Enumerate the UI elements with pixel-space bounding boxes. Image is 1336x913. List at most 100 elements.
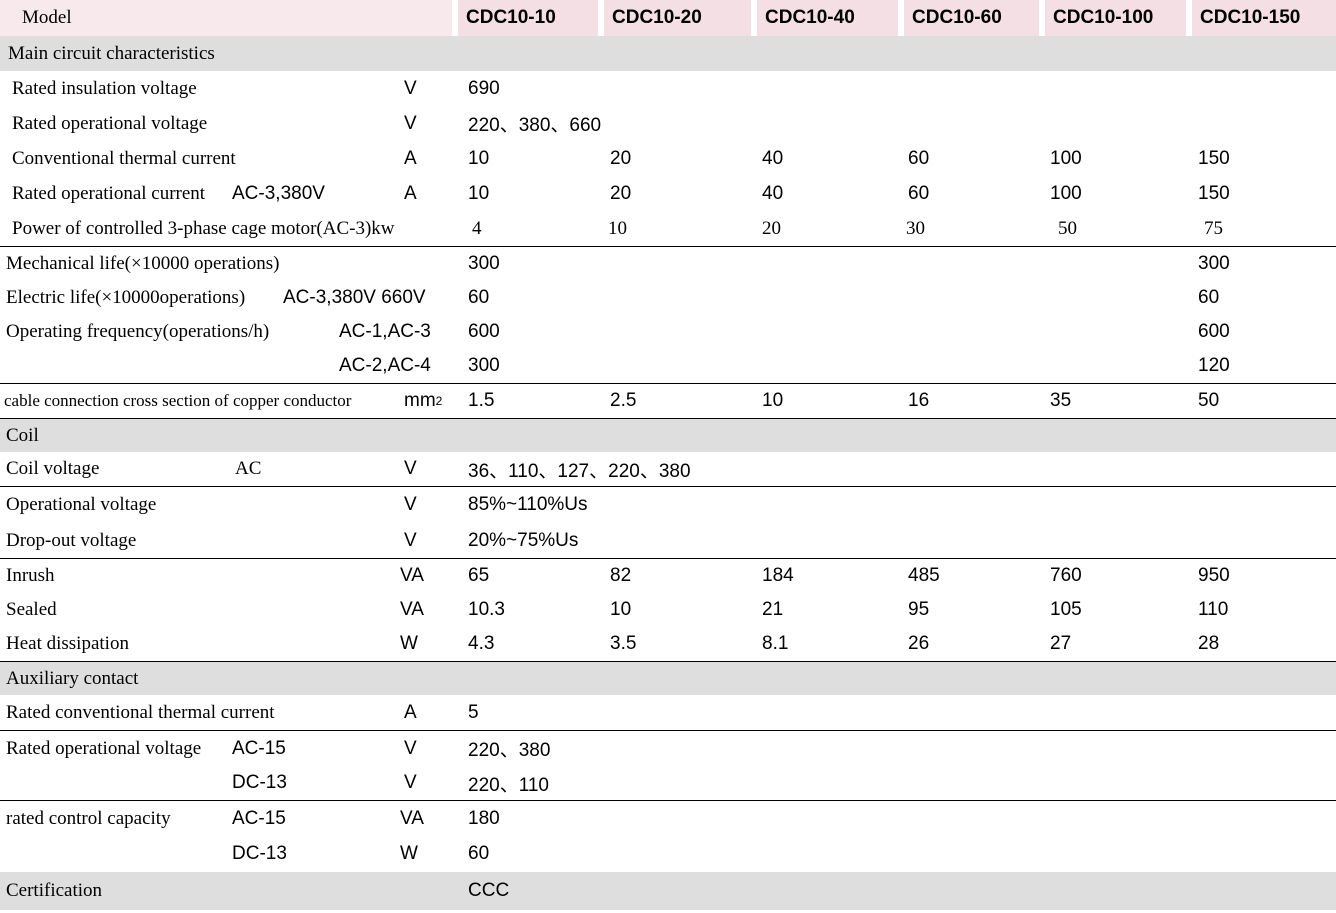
cell-value-2: 82 (610, 565, 632, 586)
cell-value-1: 690 (468, 77, 500, 99)
header-model-4: CDC10-60 (904, 0, 1039, 36)
row-unit: VA (400, 599, 424, 620)
row-sublabel: AC-3,380V (232, 182, 325, 204)
row-sublabel: DC-13 (232, 843, 287, 864)
cell-value-6: 600 (1198, 321, 1230, 342)
row-unit: V (404, 772, 417, 793)
cell-value-1: 10 (468, 182, 490, 204)
row-unit: W (400, 633, 418, 654)
cell-value-4: 16 (908, 390, 930, 411)
cell-value-5: 760 (1050, 565, 1082, 586)
cell-value-1: 36、110、127、220、380 (468, 460, 691, 482)
row-power-controlled-motor: Power of controlled 3-phase cage motor(A… (0, 211, 1336, 247)
section-header-main-circuit: Main circuit characteristics (0, 36, 1336, 71)
row-coil-voltage: Coil voltage AC V 36、110、127、220、380 (0, 452, 1336, 487)
row-sublabel: AC-15 (232, 737, 286, 759)
row-unit: W (400, 843, 418, 864)
cell-value-3: 21 (762, 599, 784, 620)
header-model-5: CDC10-100 (1045, 0, 1186, 36)
cell-value-6: 300 (1198, 253, 1230, 274)
cell-value-6: 75 (1204, 217, 1223, 239)
header-model-1: CDC10-10 (458, 0, 598, 36)
header-model-6: CDC10-150 (1192, 0, 1336, 36)
cell-value-2: 10 (608, 217, 627, 239)
specification-table: Model CDC10-10 CDC10-20 CDC10-40 CDC10-6… (0, 0, 1336, 913)
cell-value-1: 5 (468, 701, 479, 723)
row-sublabel: AC-1,AC-3 (339, 321, 431, 342)
row-label: Heat dissipation (6, 633, 129, 654)
row-operating-frequency-ac1-ac3: Operating frequency(operations/h) AC-1,A… (0, 315, 1336, 349)
cell-value-6: 50 (1198, 390, 1220, 411)
row-conventional-thermal-current: Conventional thermal current A 10 20 40 … (0, 141, 1336, 176)
cell-value-1: 10.3 (468, 599, 505, 620)
cell-value-3: 40 (762, 182, 784, 204)
section-title-auxiliary-contact: Auxiliary contact (6, 667, 139, 689)
cell-value-1: 220、380、660 (468, 115, 602, 136)
section-title-main-circuit: Main circuit characteristics (8, 42, 215, 64)
cell-value-1: 60 (468, 843, 490, 864)
cell-value-5: 27 (1050, 633, 1072, 654)
row-rated-control-capacity-ac15: rated control capacity AC-15 VA 180 (0, 801, 1336, 836)
cell-value-4: 60 (908, 182, 930, 204)
row-sublabel: DC-13 (232, 772, 287, 793)
cell-value-3: 184 (762, 565, 794, 586)
row-unit: VA (400, 565, 424, 586)
row-label: cable connection cross section of copper… (4, 391, 352, 410)
row-operating-frequency-ac2-ac4: AC-2,AC-4 300 120 (0, 349, 1336, 384)
cell-value-2: 3.5 (610, 633, 637, 654)
row-unit: V (404, 494, 417, 515)
cell-value-1: 4.3 (468, 633, 495, 654)
cell-value-1: 20%~75%Us (468, 529, 579, 551)
cell-value-1: 300 (468, 253, 500, 274)
section-title-coil: Coil (6, 424, 39, 446)
cell-value-1: 4 (472, 217, 482, 239)
row-unit: A (404, 182, 417, 204)
row-label: Rated insulation voltage (12, 77, 197, 99)
row-unit: A (404, 147, 417, 169)
row-label: Rated conventional thermal current (6, 701, 275, 723)
cell-value-2: 20 (610, 182, 632, 204)
row-heat-dissipation: Heat dissipation W 4.3 3.5 8.1 26 27 28 (0, 627, 1336, 662)
row-aux-rated-op-voltage-dc13: DC-13 V 220、110 (0, 766, 1336, 801)
cell-value-1: 220、380 (468, 740, 551, 761)
section-title-certification: Certification (6, 880, 103, 901)
row-unit: A (404, 701, 417, 723)
row-cable-connection: cable connection cross section of copper… (0, 384, 1336, 419)
row-label: Inrush (6, 565, 55, 586)
row-label: Mechanical life(×10000 operations) (6, 253, 280, 274)
row-label: Rated operational current (12, 182, 206, 204)
cell-value-4: 60 (908, 147, 930, 169)
cell-value-6: 60 (1198, 287, 1220, 308)
cell-value-1: 65 (468, 565, 490, 586)
row-rated-control-capacity-dc13: DC-13 W 60 (0, 836, 1336, 872)
row-aux-rated-op-voltage-ac15: Rated operational voltage AC-15 V 220、38… (0, 731, 1336, 766)
cell-value-6: 110 (1198, 599, 1229, 620)
cell-value-3: 40 (762, 147, 784, 169)
cell-value-5: 100 (1050, 147, 1082, 169)
cell-value-1: 600 (468, 321, 500, 342)
cell-value-3: 8.1 (762, 633, 789, 654)
row-label: Conventional thermal current (12, 147, 236, 169)
row-aux-rated-thermal-current: Rated conventional thermal current A 5 (0, 695, 1336, 731)
row-operational-voltage: Operational voltage V 85%~110%Us (0, 487, 1336, 523)
section-header-coil: Coil (0, 419, 1336, 452)
header-model-label: Model (0, 0, 452, 36)
row-drop-out-voltage: Drop-out voltage V 20%~75%Us (0, 523, 1336, 559)
row-sublabel: AC (235, 458, 262, 479)
cell-value-4: 26 (908, 633, 930, 654)
row-sublabel: AC-15 (232, 807, 286, 829)
row-electric-life: Electric life(×10000operations) AC-3,380… (0, 281, 1336, 315)
row-rated-operational-voltage: Rated operational voltage V 220、380、660 (0, 106, 1336, 141)
cell-value-4: 485 (908, 565, 940, 586)
model-label-text: Model (22, 7, 72, 28)
table-header-row: Model CDC10-10 CDC10-20 CDC10-40 CDC10-6… (0, 0, 1336, 36)
cell-value-3: 20 (762, 217, 781, 239)
cell-value-3: 10 (762, 390, 784, 411)
cell-value-5: 35 (1050, 390, 1072, 411)
row-mechanical-life: Mechanical life(×10000 operations) 300 3… (0, 247, 1336, 281)
header-model-3: CDC10-40 (757, 0, 898, 36)
cell-value-5: 50 (1058, 217, 1077, 239)
cell-value-1: 60 (468, 287, 490, 308)
cell-value-1: 300 (468, 355, 500, 376)
row-unit: V (404, 458, 417, 479)
